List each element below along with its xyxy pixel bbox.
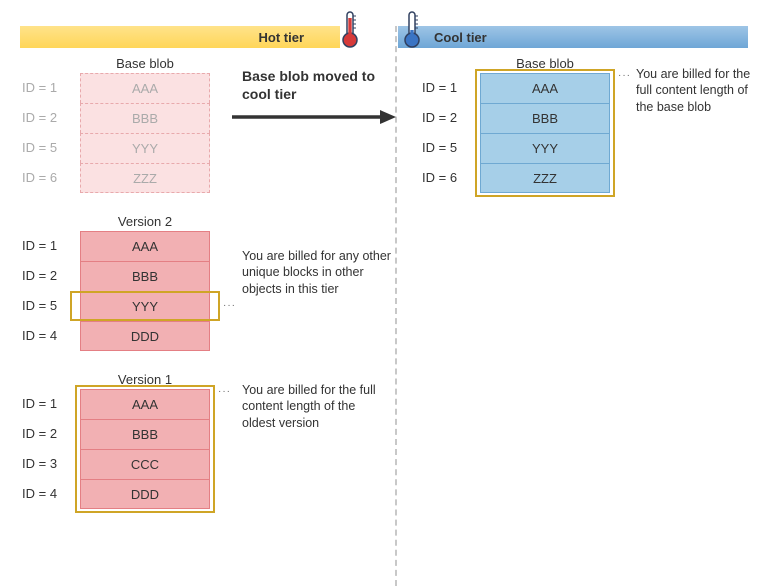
id-cell: ID = 5 <box>22 291 72 321</box>
id-cell: ID = 5 <box>422 133 472 163</box>
hot-v1-title: Version 1 <box>80 372 210 387</box>
block-cell: BBB <box>80 419 210 449</box>
cool-base-annotation: You are billed for the full content leng… <box>636 66 756 115</box>
hot-v1-annotation: You are billed for the full content leng… <box>242 382 392 431</box>
block-cell: BBB <box>80 103 210 133</box>
hot-base-table: AAA BBB YYY ZZZ <box>80 73 210 193</box>
block-cell: AAA <box>80 231 210 261</box>
id-cell: ID = 2 <box>22 261 72 291</box>
id-cell: ID = 1 <box>22 231 72 261</box>
hot-v1-table: AAA BBB CCC DDD <box>80 389 210 509</box>
block-cell: YYY <box>480 133 610 163</box>
hot-v1-ids: ID = 1 ID = 2 ID = 3 ID = 4 <box>22 389 72 509</box>
block-cell: YYY <box>80 291 210 321</box>
connector-dots: ··· <box>618 70 631 81</box>
hot-v2-table: AAA BBB YYY DDD <box>80 231 210 351</box>
block-cell: DDD <box>80 479 210 509</box>
block-cell: DDD <box>80 321 210 351</box>
id-cell: ID = 4 <box>22 479 72 509</box>
id-cell: ID = 6 <box>22 163 72 193</box>
thermometer-cool-icon <box>402 10 422 50</box>
cool-tier-label: Cool tier <box>434 30 487 45</box>
block-cell: AAA <box>480 73 610 103</box>
connector-dots: ··· <box>218 386 231 397</box>
hot-tier-label: Hot tier <box>259 30 305 45</box>
id-cell: ID = 1 <box>422 73 472 103</box>
cool-base-table: AAA BBB YYY ZZZ <box>480 73 610 193</box>
hot-v2-title: Version 2 <box>80 214 210 229</box>
id-cell: ID = 3 <box>22 449 72 479</box>
id-cell: ID = 2 <box>22 419 72 449</box>
id-cell: ID = 5 <box>22 133 72 163</box>
block-cell: CCC <box>80 449 210 479</box>
block-cell: BBB <box>80 261 210 291</box>
cool-tier-banner: Cool tier <box>398 26 748 48</box>
block-cell: AAA <box>80 389 210 419</box>
block-cell: ZZZ <box>80 163 210 193</box>
id-cell: ID = 6 <box>422 163 472 193</box>
block-cell: AAA <box>80 73 210 103</box>
id-cell: ID = 1 <box>22 73 72 103</box>
hot-base-ids: ID = 1 ID = 2 ID = 5 ID = 6 <box>22 73 72 193</box>
block-cell: BBB <box>480 103 610 133</box>
thermometer-hot-icon <box>340 10 360 50</box>
id-cell: ID = 2 <box>22 103 72 133</box>
connector-dots: ··· <box>223 300 236 311</box>
id-cell: ID = 2 <box>422 103 472 133</box>
hot-base-title: Base blob <box>80 56 210 71</box>
hot-v2-ids: ID = 1 ID = 2 ID = 5 ID = 4 <box>22 231 72 351</box>
cool-base-ids: ID = 1 ID = 2 ID = 5 ID = 6 <box>422 73 472 193</box>
hot-v2-annotation: You are billed for any other unique bloc… <box>242 248 392 297</box>
id-cell: ID = 1 <box>22 389 72 419</box>
hot-tier-banner: Hot tier <box>20 26 340 48</box>
block-cell: YYY <box>80 133 210 163</box>
cool-base-title: Base blob <box>480 56 610 71</box>
id-cell: ID = 4 <box>22 321 72 351</box>
block-cell: ZZZ <box>480 163 610 193</box>
move-arrow-icon <box>230 108 398 126</box>
arrow-label: Base blob moved to cool tier <box>242 68 392 103</box>
